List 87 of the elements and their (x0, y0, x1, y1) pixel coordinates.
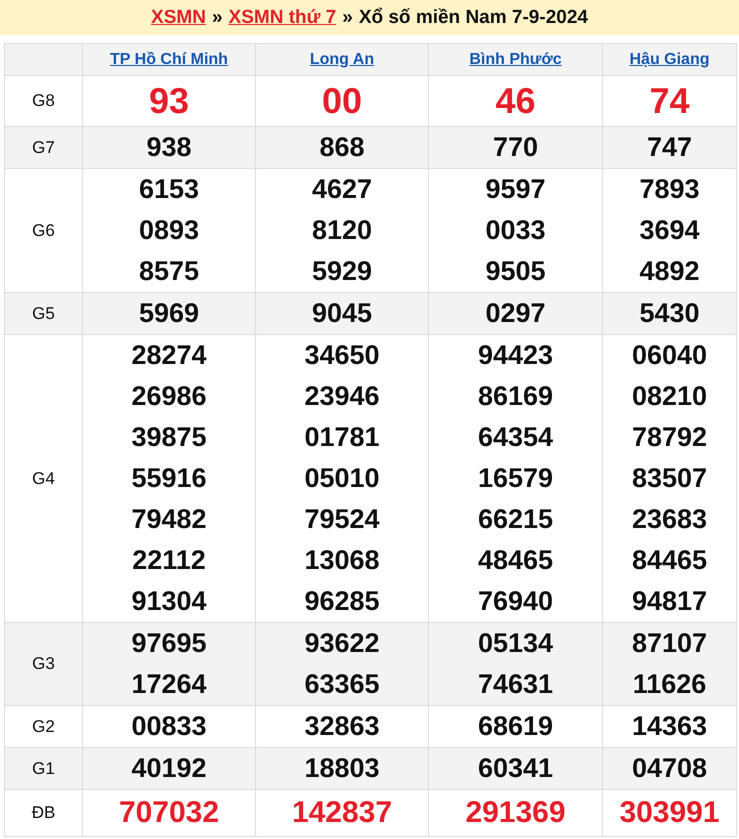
result-number: 05134 (476, 627, 554, 660)
result-number: 14363 (630, 710, 708, 743)
prize-label: G7 (4, 126, 82, 168)
result-number: 00 (320, 79, 364, 123)
result-number: 91304 (130, 585, 208, 618)
result-number: 40192 (130, 752, 208, 785)
result-number: 66215 (476, 503, 554, 536)
result-number: 32863 (303, 710, 381, 743)
province-link[interactable]: Hậu Giang (629, 50, 710, 68)
result-number: 747 (646, 131, 694, 164)
result-number: 01781 (303, 421, 381, 454)
result-number: 8120 (310, 214, 374, 247)
result-number: 79524 (303, 503, 381, 536)
result-number: 97695 (130, 627, 208, 660)
result-number: 11626 (632, 668, 708, 701)
result-number: 13068 (303, 544, 381, 577)
result-number: 4892 (638, 255, 701, 288)
result-number: 79482 (130, 503, 208, 536)
result-number: 48465 (476, 544, 554, 577)
result-number: 770 (492, 131, 540, 164)
result-number: 3694 (638, 214, 701, 247)
prize-label: G1 (4, 748, 82, 790)
result-number: 17264 (130, 668, 208, 701)
result-number: 6153 (138, 173, 200, 206)
result-number: 55916 (130, 462, 208, 495)
prize-label: G3 (4, 622, 82, 706)
result-number: 39875 (130, 421, 208, 454)
result-number: 303991 (618, 795, 721, 831)
result-number: 291369 (464, 795, 567, 831)
result-number: 0297 (484, 297, 547, 330)
breadcrumb-link[interactable]: XSMN thứ 7 (228, 6, 336, 28)
prize-label: G4 (4, 334, 82, 622)
breadcrumb-separator: » (342, 6, 353, 28)
result-number: 5430 (638, 297, 701, 330)
province-link[interactable]: Long An (310, 50, 374, 68)
result-number: 84465 (630, 544, 708, 577)
result-number: 26986 (130, 380, 208, 413)
result-number: 16579 (476, 462, 554, 495)
result-number: 63365 (303, 668, 381, 701)
result-number: 96285 (303, 585, 381, 618)
result-number: 94423 (476, 339, 554, 372)
breadcrumb-separator: » (212, 6, 223, 28)
result-number: 86169 (476, 380, 554, 413)
prize-label: ĐB (4, 790, 82, 836)
result-number: 05010 (303, 462, 381, 495)
result-number: 4627 (310, 173, 374, 206)
result-number: 7893 (638, 173, 701, 206)
result-number: 23683 (630, 503, 708, 536)
result-number: 78792 (630, 421, 708, 454)
page-title: Xổ số miền Nam 7-9-2024 (358, 6, 588, 28)
result-number: 68619 (476, 710, 554, 743)
province-link[interactable]: TP Hồ Chí Minh (110, 50, 228, 68)
result-number: 87107 (630, 627, 708, 660)
result-number: 23946 (303, 380, 381, 413)
result-number: 9045 (310, 297, 374, 330)
result-number: 06040 (630, 339, 708, 372)
result-number: 00833 (130, 710, 208, 743)
result-number: 28274 (130, 339, 208, 372)
result-number: 938 (145, 131, 193, 164)
result-number: 08210 (630, 380, 708, 413)
result-number: 9597 (484, 173, 547, 206)
result-number: 74631 (476, 668, 554, 701)
result-number: 0893 (138, 214, 200, 247)
result-number: 93622 (303, 627, 381, 660)
result-number: 868 (318, 131, 366, 164)
result-number: 5969 (138, 297, 200, 330)
result-number: 34650 (303, 339, 381, 372)
result-number: 5929 (310, 255, 374, 288)
breadcrumb-link[interactable]: XSMN (151, 6, 206, 28)
result-number: 22112 (131, 544, 207, 577)
result-number: 64354 (476, 421, 554, 454)
result-number: 93 (148, 79, 190, 123)
result-number: 94817 (630, 585, 708, 618)
prize-label: G5 (4, 292, 82, 334)
result-number: 18803 (303, 752, 381, 785)
result-number: 83507 (630, 462, 708, 495)
result-number: 74 (648, 79, 691, 123)
result-number: 0033 (484, 214, 547, 247)
result-number: 60341 (476, 752, 554, 785)
result-number: 142837 (290, 795, 394, 831)
result-number: 707032 (118, 795, 220, 831)
result-number: 46 (494, 79, 537, 123)
result-number: 9505 (484, 255, 547, 288)
province-link[interactable]: Bình Phước (469, 50, 562, 68)
result-number: 8575 (138, 255, 200, 288)
result-number: 76940 (476, 585, 554, 618)
result-number: 04708 (630, 752, 708, 785)
